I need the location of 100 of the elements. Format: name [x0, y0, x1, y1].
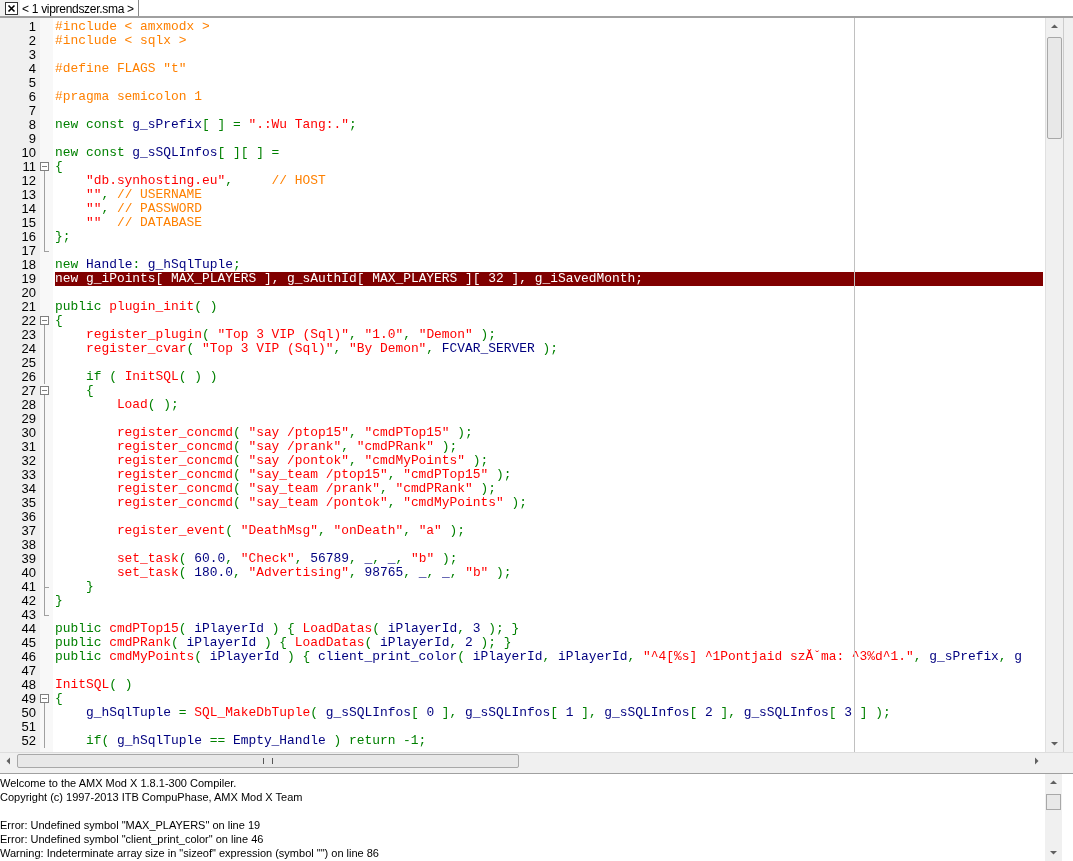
line-number: 47 — [20, 664, 36, 678]
code-line: register_plugin( "Top 3 VIP (Sql)", "1.0", "Demon" ); — [84, 328, 496, 342]
line-number: 26 — [20, 370, 36, 384]
code-line: public cmdPRank( iPlayerId ) { LoadDatas( iPlayerId, 2 ); } — [55, 636, 512, 650]
code-line: register_concmd( "say_team /ptop15", "cmdPTop15" ); — [115, 468, 512, 482]
code-line: register_concmd( "say /ptop15", "cmdPTop15" ); — [115, 426, 473, 440]
code-line: register_concmd( "say_team /prank", "cmdPRank" ); — [115, 482, 496, 496]
fold-icon[interactable] — [40, 694, 49, 703]
code-line: #include < amxmodx > — [55, 20, 210, 34]
line-number: 48 — [20, 678, 36, 692]
line-number: 39 — [20, 552, 36, 566]
line-number: 25 — [20, 356, 36, 370]
line-number: 6 — [27, 90, 36, 104]
compiler-message: Error: Undefined symbol "client_print_color" on line 46 — [0, 832, 265, 846]
code-line: "", // PASSWORD — [84, 202, 202, 216]
code-line: set_task( 180.0, "Advertising", 98765, _, _, "b" ); — [115, 566, 512, 580]
code-line: register_concmd( "say_team /pontok", "cmdMyPoints" ); — [115, 496, 527, 510]
line-number: 32 — [20, 454, 36, 468]
code-line: register_concmd( "say /prank", "cmdPRank" ); — [115, 440, 458, 454]
code-line: public cmdPTop15( iPlayerId ) { LoadDatas( iPlayerId, 3 ); } — [55, 622, 520, 636]
line-number: 13 — [20, 188, 36, 202]
line-number: 43 — [20, 608, 36, 622]
fold-icon[interactable] — [40, 386, 49, 395]
line-number: 42 — [20, 594, 36, 608]
code-line: }; — [55, 230, 71, 244]
code-line: "" // DATABASE — [84, 216, 202, 230]
code-line: register_concmd( "say /pontok", "cmdMyPoints" ); — [115, 454, 489, 468]
code-line: Load( ); — [115, 398, 179, 412]
line-number: 4 — [27, 62, 36, 76]
line-number: 45 — [20, 636, 36, 650]
line-number: 37 — [20, 524, 36, 538]
file-tab[interactable]: < 1 viprendszer.sma > — [20, 0, 139, 16]
line-number: 18 — [20, 258, 36, 272]
scrollbar-thumb[interactable] — [1047, 37, 1062, 139]
fold-icon[interactable] — [40, 162, 49, 171]
line-number: 31 — [20, 440, 36, 454]
code-line: public plugin_init( ) — [55, 300, 218, 314]
code-line: InitSQL( ) — [55, 678, 133, 692]
code-line: { — [55, 314, 63, 328]
line-number: 52 — [20, 734, 36, 748]
line-number: 38 — [20, 538, 36, 552]
line-number: 23 — [20, 328, 36, 342]
line-number: 20 — [20, 286, 36, 300]
line-number: 27 — [20, 384, 36, 398]
line-number: 34 — [20, 482, 36, 496]
scrollbar-thumb[interactable] — [1046, 794, 1061, 810]
line-number: 24 — [20, 342, 36, 356]
line-number: 7 — [27, 104, 36, 118]
line-number: 11 — [21, 160, 36, 174]
line-number: 46 — [20, 650, 36, 664]
code-line: g_hSqlTuple = SQL_MakeDbTuple( g_sSQLInfos[ 0 ], g_sSQLInfos[ 1 ], g_sSQLInfos[ 2 ], g_sSQLInfos[ 3 ] ); — [84, 706, 891, 720]
line-number: 40 — [20, 566, 36, 580]
line-number: 1 — [27, 20, 36, 34]
line-number: 5 — [27, 76, 36, 90]
code-line: } — [55, 594, 63, 608]
fold-icon[interactable] — [40, 316, 49, 325]
code-line: { — [55, 692, 63, 706]
line-number: 35 — [20, 496, 36, 510]
line-number: 21 — [20, 300, 36, 314]
code-line: register_event( "DeathMsg", "onDeath", "a" ); — [115, 524, 466, 538]
compiler-message: Error: Undefined symbol "MAX_PLAYERS" on line 19 — [0, 818, 262, 832]
line-number: 17 — [20, 244, 36, 258]
code-line: { — [84, 384, 94, 398]
code-line: new Handle: g_hSqlTuple; — [55, 258, 241, 272]
line-number: 50 — [20, 706, 36, 720]
code-line: if ( InitSQL( ) ) — [84, 370, 218, 384]
line-number: 41 — [20, 580, 36, 594]
line-number: 10 — [20, 146, 36, 160]
line-number: 29 — [20, 412, 36, 426]
scrollbar-thumb[interactable] — [17, 754, 519, 768]
line-number: 28 — [20, 398, 36, 412]
code-line: "", // USERNAME — [84, 188, 202, 202]
code-line: { — [55, 160, 63, 174]
code-line: #define FLAGS "t" — [55, 62, 187, 76]
code-line: if( g_hSqlTuple == Empty_Handle ) return -1; — [84, 734, 427, 748]
code-line: new const g_sSQLInfos[ ][ ] = — [55, 146, 280, 160]
line-number: 2 — [27, 34, 36, 48]
line-number: 33 — [20, 468, 36, 482]
compiler-message: Welcome to the AMX Mod X 1.8.1-300 Compiler. — [0, 776, 238, 790]
line-number: 9 — [27, 132, 36, 146]
line-number: 3 — [27, 48, 36, 62]
close-icon[interactable] — [5, 2, 18, 15]
code-line: new const g_sPrefix[ ] = ".:Wu Tang:."; — [55, 118, 357, 132]
line-number: 15 — [20, 216, 36, 230]
line-number: 22 — [20, 314, 36, 328]
code-line: #include < sqlx > — [55, 34, 187, 48]
line-number: 19 — [20, 272, 36, 286]
line-number: 36 — [20, 510, 36, 524]
compiler-message: Warning: Indeterminate array size in "sizeof" expression (symbol "") on line 86 — [0, 846, 380, 860]
code-line: } — [84, 580, 94, 594]
line-number: 30 — [20, 426, 36, 440]
code-line: "db.synhosting.eu", // HOST — [84, 174, 326, 188]
line-number: 44 — [20, 622, 36, 636]
line-number: 49 — [20, 692, 36, 706]
line-number: 12 — [20, 174, 36, 188]
line-number: 51 — [20, 720, 36, 734]
code-line: set_task( 60.0, "Check", 56789, _, _, "b" ); — [115, 552, 458, 566]
line-number: 8 — [27, 118, 36, 132]
code-line: register_cvar( "Top 3 VIP (Sql)", "By Demon", FCVAR_SERVER ); — [84, 342, 558, 356]
line-number: 16 — [20, 230, 36, 244]
